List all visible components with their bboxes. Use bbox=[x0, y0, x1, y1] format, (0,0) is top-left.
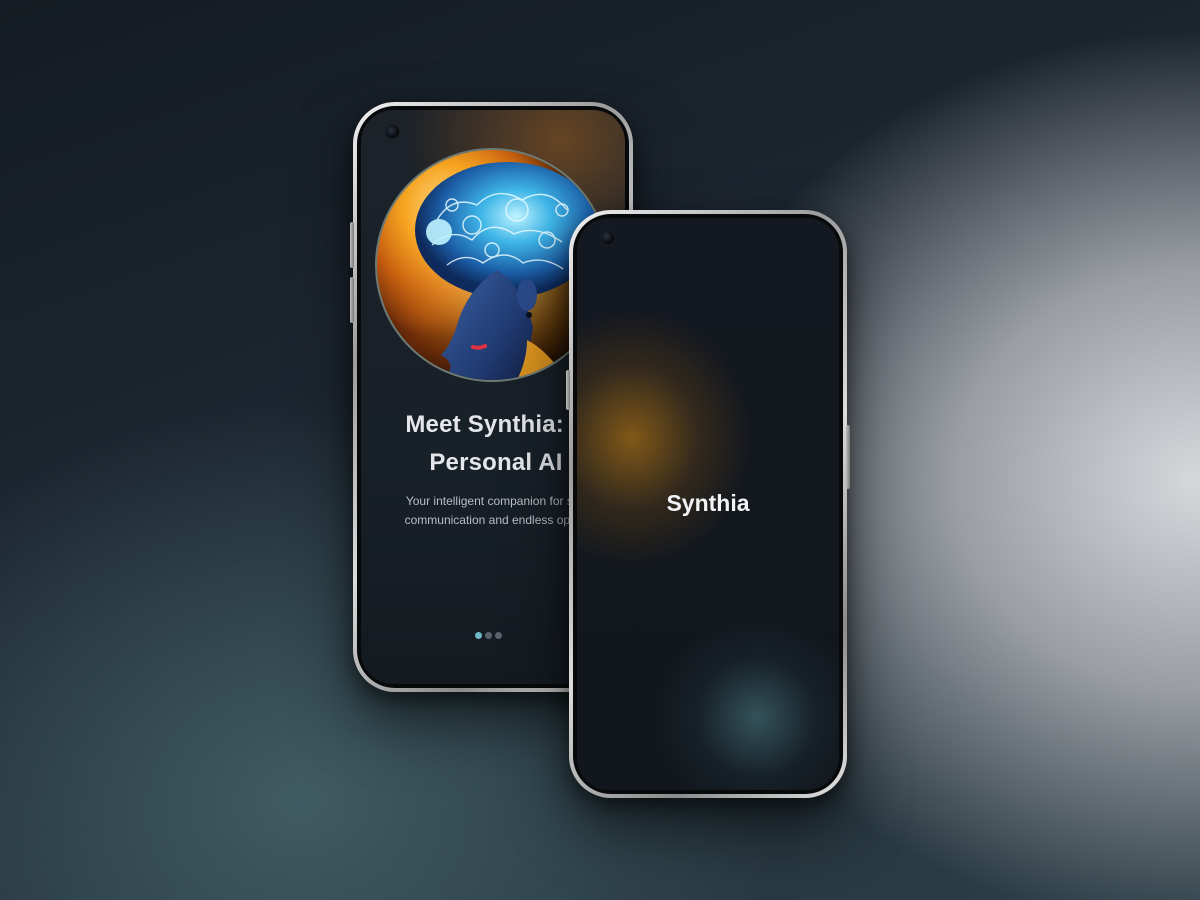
power-button bbox=[846, 425, 850, 489]
app-name-title: Synthia bbox=[666, 490, 750, 516]
pager-dot[interactable] bbox=[485, 632, 492, 639]
volume-button bbox=[350, 222, 354, 268]
volume-button bbox=[566, 370, 570, 410]
front-camera-icon bbox=[600, 230, 615, 245]
front-camera-icon bbox=[385, 124, 400, 139]
pager-indicator[interactable] bbox=[475, 632, 502, 639]
splash-phone-mockup: Synthia bbox=[566, 210, 850, 798]
pager-dot[interactable] bbox=[495, 632, 502, 639]
volume-button bbox=[350, 277, 354, 323]
pager-dot-active[interactable] bbox=[475, 632, 482, 639]
splash-screen: Synthia bbox=[577, 218, 839, 790]
